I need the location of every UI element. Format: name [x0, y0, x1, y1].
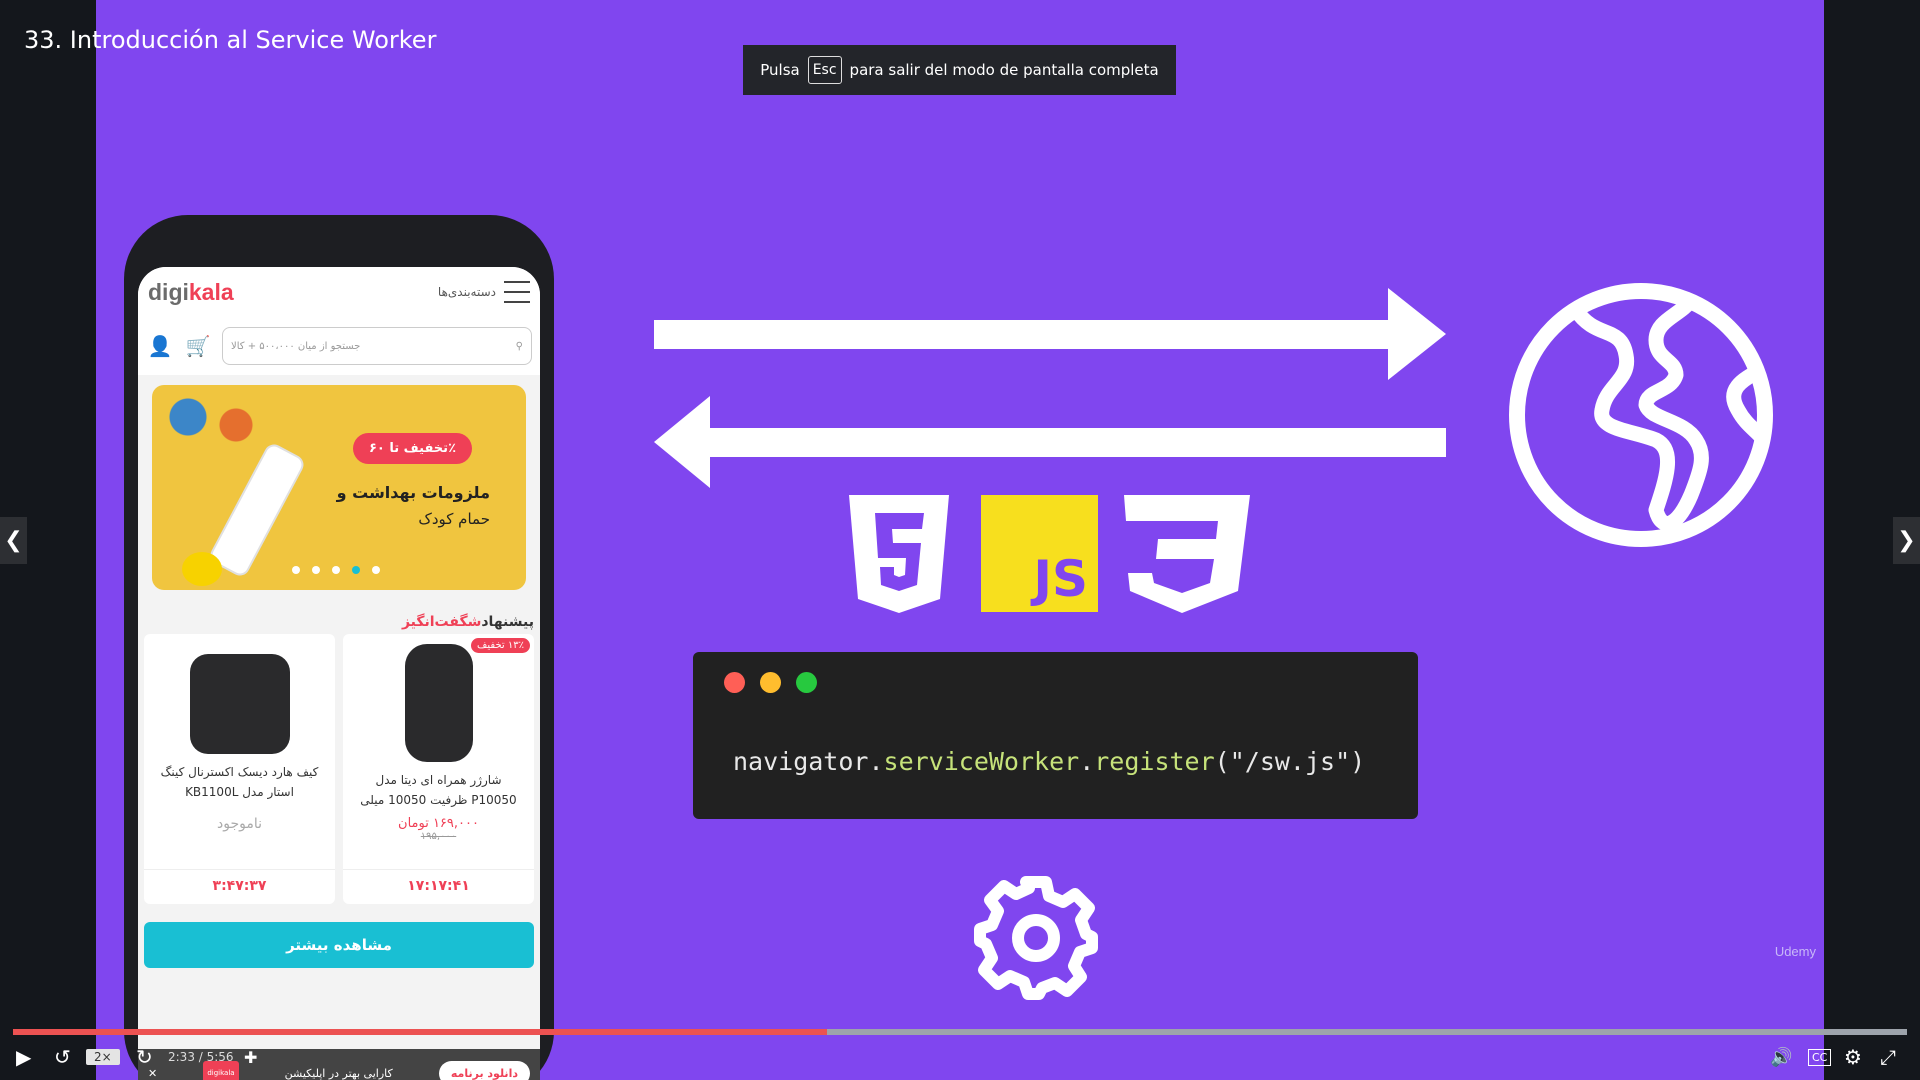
playback-speed-button[interactable]: 2×: [86, 1049, 120, 1065]
progress-fill: [13, 1029, 828, 1035]
user-icon: 👤: [147, 334, 173, 358]
html5-icon: [849, 495, 949, 613]
digikala-header: digikala دسته‌بندی‌ها: [138, 267, 540, 317]
fullscreen-exit-banner: Pulsa Esc para salir del modo de pantall…: [743, 45, 1176, 95]
carousel-dot: [312, 566, 320, 574]
forward-icon[interactable]: ↻: [136, 1045, 153, 1069]
esc-banner-pre: Pulsa: [760, 61, 800, 79]
player-controls: ▶ ↺ 2× ↻ 2:33 / 5:56 ✚ 🔊 CC ⚙ ⤢: [0, 1040, 1920, 1074]
categories-label: دسته‌بندی‌ها: [437, 285, 496, 299]
promo-banner: تخفیف تا ۶۰٪ ملزومات بهداشت و حمام کودک: [152, 385, 526, 590]
gear-icon: [974, 876, 1098, 1000]
next-lecture-button[interactable]: ❯: [1893, 517, 1920, 564]
previous-lecture-button[interactable]: ❮: [0, 517, 27, 564]
product-price: ۱۶۹,۰۰۰ تومان: [398, 816, 479, 831]
discount-badge: تخفیف تا ۶۰٪: [352, 433, 472, 464]
carousel-dot: [372, 566, 380, 574]
product-card: ۱۳٪ تخفیف شارژر همراه ای دیتا مدل P10050…: [343, 634, 534, 904]
hdd-case-image: [189, 654, 290, 754]
duck-image: [182, 552, 222, 586]
settings-gear-icon[interactable]: ⚙: [1844, 1045, 1862, 1069]
esc-banner-post: para salir del modo de pantalla completa: [849, 61, 1159, 79]
udemy-watermark: Udemy: [1774, 944, 1816, 959]
chevron-left-icon: ❮: [4, 528, 23, 553]
javascript-icon: JS: [981, 495, 1098, 612]
css3-icon: [1124, 495, 1250, 613]
volume-icon[interactable]: 🔊: [1770, 1047, 1792, 1068]
chevron-right-icon: ❯: [1897, 528, 1916, 553]
time-display: 2:33 / 5:56: [168, 1050, 234, 1064]
search-placeholder: جستجو از میان ۵۰۰،۰۰۰ + کالا: [231, 340, 361, 352]
rewind-icon[interactable]: ↺: [54, 1045, 71, 1069]
video-frame[interactable]: digikala دسته‌بندی‌ها 👤 🛒 جستجو از میان …: [96, 0, 1824, 1080]
esc-key: Esc: [807, 56, 842, 84]
power-bank-image: [404, 644, 473, 762]
progress-bar[interactable]: [13, 1029, 1907, 1035]
product-timer: ۳:۴۷:۳۷: [144, 869, 335, 894]
search-row: 👤 🛒 جستجو از میان ۵۰۰،۰۰۰ + کالا ⚲: [138, 317, 540, 375]
product-timer: ۱۷:۱۷:۴۱: [343, 869, 534, 894]
phone-screen: digikala دسته‌بندی‌ها 👤 🛒 جستجو از میان …: [138, 267, 540, 1080]
window-maximize-dot: [796, 672, 817, 693]
request-response-arrows: [654, 288, 1446, 488]
categories-menu: دسته‌بندی‌ها: [438, 281, 530, 303]
captions-button[interactable]: CC: [1808, 1048, 1832, 1066]
carousel-dot: [332, 566, 340, 574]
banner-text: ملزومات بهداشت و حمام کودک: [337, 480, 490, 532]
product-name: شارژر همراه ای دیتا مدل P10050 ظرفیت 100…: [360, 773, 517, 807]
arrow-right-icon: [654, 288, 1446, 380]
cart-icon: 🛒: [185, 334, 211, 358]
search-field: جستجو از میان ۵۰۰،۰۰۰ + کالا ⚲: [222, 327, 532, 365]
carousel-dots: [292, 566, 380, 574]
banner-line1: ملزومات بهداشت و: [336, 483, 490, 502]
play-button[interactable]: ▶: [16, 1045, 31, 1069]
product-status: ناموجود: [216, 816, 262, 832]
exit-fullscreen-icon[interactable]: ⤢: [1880, 1045, 1896, 1069]
window-close-dot: [724, 672, 745, 693]
digikala-logo: digikala: [148, 278, 234, 305]
product-card: کیف هارد دیسک اکسترنال کینگ استار مدل KB…: [144, 634, 335, 904]
bookmark-add-icon[interactable]: ✚: [244, 1048, 257, 1067]
product-name: کیف هارد دیسک اکسترنال کینگ استار مدل KB…: [160, 765, 319, 799]
hamburger-icon: [504, 281, 530, 303]
search-icon: ⚲: [515, 340, 523, 352]
banner-line2: حمام کودک: [418, 510, 490, 528]
phone-mockup: digikala دسته‌بندی‌ها 👤 🛒 جستجو از میان …: [124, 215, 554, 1080]
code-line: navigator.serviceWorker.register("/sw.js…: [733, 747, 1366, 776]
toys-image: [152, 385, 272, 465]
carousel-dot: [292, 566, 300, 574]
globe-icon: [1509, 283, 1773, 547]
carousel-dot-active: [352, 566, 360, 574]
arrow-left-icon: [654, 396, 1446, 488]
lecture-title: 33. Introducción al Service Worker: [24, 26, 437, 54]
product-list: ۱۳٪ تخفیف شارژر همراه ای دیتا مدل P10050…: [138, 634, 540, 904]
product-old-price: ۱۹۵,۰۰۰: [420, 831, 457, 842]
code-window: navigator.serviceWorker.register("/sw.js…: [693, 652, 1418, 819]
product-discount-badge: ۱۳٪ تخفیف: [471, 638, 530, 653]
amazing-offer-heading: پیشنهادشگفت‌انگیز: [401, 614, 534, 630]
window-minimize-dot: [760, 672, 781, 693]
show-more-button: مشاهده بیشتر: [144, 922, 534, 968]
